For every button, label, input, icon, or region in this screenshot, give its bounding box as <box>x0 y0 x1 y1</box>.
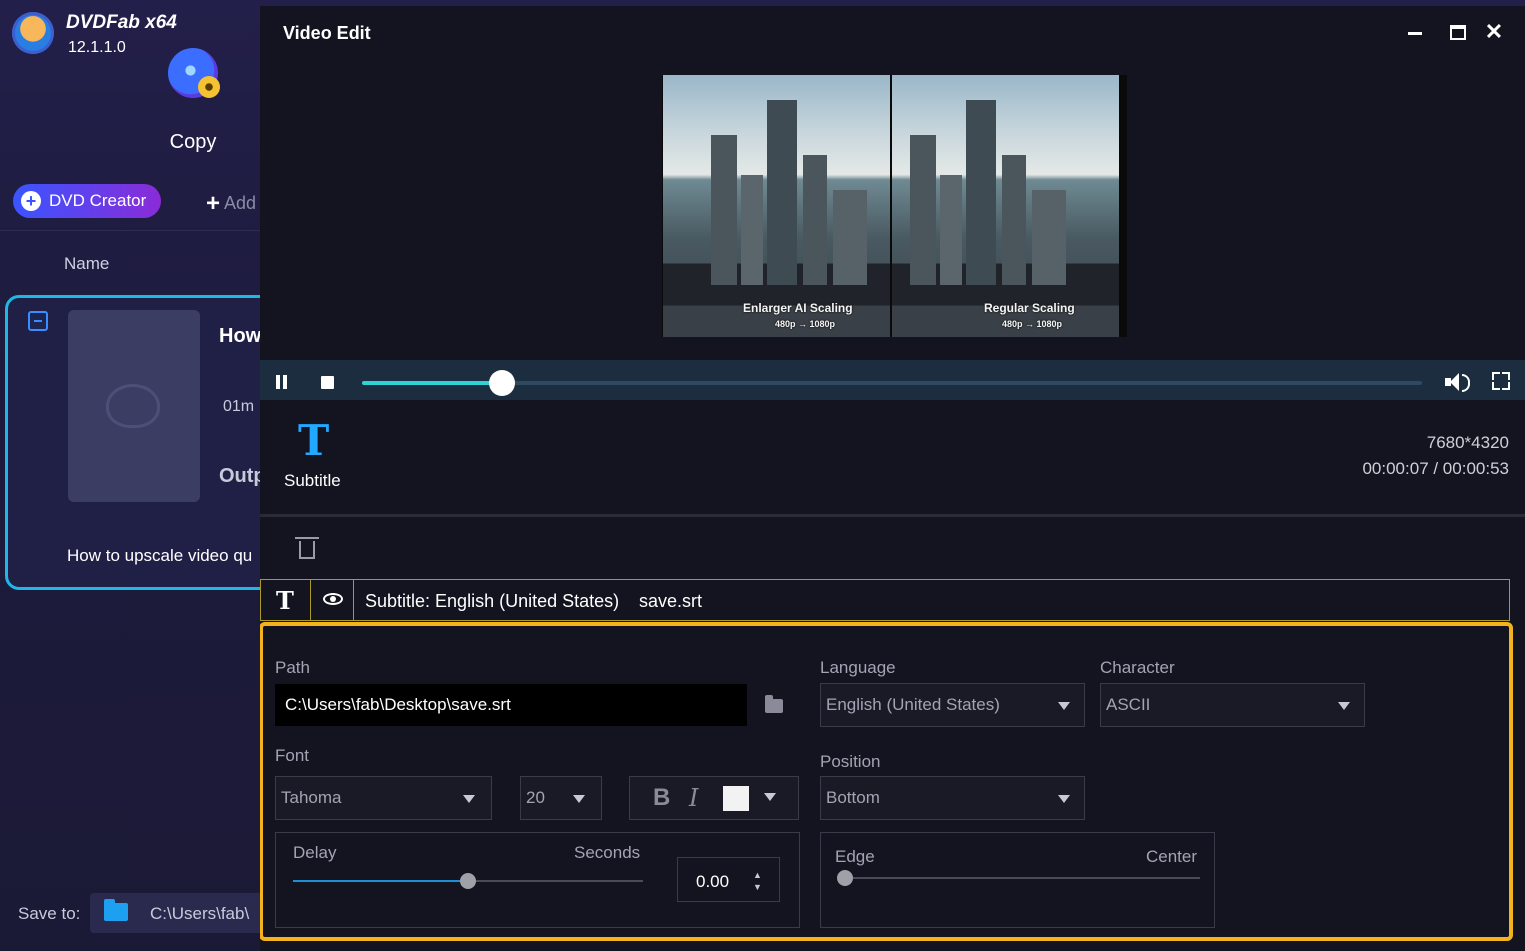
track-separator <box>353 579 354 621</box>
video-edit-dialog: Video Edit ✕ Enlarger AI Scaling 480p → … <box>260 6 1525 951</box>
collapse-toggle[interactable] <box>28 311 48 331</box>
name-column-header: Name <box>64 254 110 273</box>
edge-label: Edge <box>835 847 875 866</box>
app-name: DVDFab x64 <box>66 12 177 33</box>
save-to-label: Save to: <box>18 904 81 923</box>
delay-slider-fill <box>293 880 468 882</box>
preview-left-half: Enlarger AI Scaling 480p → 1080p <box>663 75 890 337</box>
delay-slider-handle[interactable] <box>460 873 476 889</box>
chevron-down-icon <box>573 795 585 803</box>
section-divider <box>260 514 1525 517</box>
track-label: Subtitle: English (United States) <box>365 591 620 611</box>
plus-circle-icon: + <box>21 191 41 211</box>
progress-track[interactable] <box>362 381 1422 385</box>
track-file: save.srt <box>639 591 703 611</box>
preview-left-label: Enlarger AI Scaling <box>743 301 853 315</box>
font-label: Font <box>275 746 310 765</box>
chevron-down-icon <box>463 795 475 803</box>
browse-folder-icon[interactable] <box>765 695 783 713</box>
maximize-icon[interactable] <box>1446 20 1470 44</box>
placeholder-logo-icon <box>106 384 160 428</box>
chevron-down-icon <box>1338 702 1350 710</box>
character-select[interactable]: ASCII <box>1100 683 1365 727</box>
chevron-down-icon <box>1058 795 1070 803</box>
copy-module-label[interactable]: Copy <box>150 131 236 154</box>
character-value: ASCII <box>1106 695 1151 714</box>
language-value: English (United States) <box>826 695 1000 714</box>
spin-up-icon[interactable]: ▲ <box>753 870 762 880</box>
bold-button[interactable]: B <box>653 784 670 812</box>
minimize-icon[interactable] <box>1403 20 1427 44</box>
position-select[interactable]: Bottom <box>820 776 1085 820</box>
preview-right-label: Regular Scaling <box>984 301 1075 315</box>
task-output-label: Outp <box>219 465 266 487</box>
chevron-down-icon <box>1058 702 1070 710</box>
save-to-path: C:\Users\fab\ <box>150 904 250 923</box>
subtitle-tool-label[interactable]: Subtitle <box>284 471 341 491</box>
preview-right-half: Regular Scaling 480p → 1080p <box>892 75 1119 337</box>
folder-icon[interactable] <box>104 899 128 921</box>
edge-slider-handle[interactable] <box>837 870 853 886</box>
subtitle-tool-icon[interactable]: T <box>298 416 329 465</box>
font-value: Tahoma <box>281 788 342 807</box>
copy-module-icon[interactable] <box>168 48 220 98</box>
close-icon[interactable]: ✕ <box>1482 20 1506 44</box>
player-controls <box>260 360 1525 400</box>
task-duration: 01m <box>223 398 255 415</box>
color-dropdown-icon[interactable] <box>764 793 776 801</box>
plus-icon: + <box>206 190 221 217</box>
dvd-creator-button[interactable]: + DVD Creator <box>13 184 161 218</box>
task-filename: How to upscale video qu <box>67 546 253 565</box>
font-select[interactable]: Tahoma <box>275 776 492 820</box>
preview-left-sublabel: 480p → 1080p <box>775 319 836 329</box>
fullscreen-icon[interactable] <box>1492 372 1510 390</box>
dvd-creator-label: DVD Creator <box>49 191 147 210</box>
eye-icon[interactable] <box>323 593 343 605</box>
position-value: Bottom <box>826 788 880 807</box>
add-source-button[interactable]: + Add <box>206 190 256 218</box>
text-color-swatch[interactable] <box>723 786 749 811</box>
pause-icon[interactable] <box>274 375 290 391</box>
delay-label: Delay <box>293 843 337 862</box>
video-resolution: 7680*4320 <box>1426 433 1509 452</box>
trash-icon[interactable] <box>295 537 319 559</box>
progress-fill <box>362 381 502 385</box>
edge-slider-track[interactable] <box>845 877 1200 879</box>
add-source-label: Add <box>224 193 257 213</box>
spin-down-icon[interactable]: ▼ <box>753 882 762 892</box>
language-label: Language <box>820 658 896 677</box>
delay-value: 0.00 <box>696 872 730 891</box>
dialog-title: Video Edit <box>283 23 371 43</box>
font-size-value: 20 <box>526 788 545 807</box>
dvdfab-logo <box>12 12 54 54</box>
playback-time: 00:00:07 / 00:00:53 <box>1362 459 1509 478</box>
text-track-icon: T <box>276 586 294 615</box>
center-label: Center <box>1146 847 1198 866</box>
font-size-select[interactable]: 20 <box>520 776 602 820</box>
progress-handle[interactable] <box>488 370 515 396</box>
position-label: Position <box>820 752 881 771</box>
stop-icon[interactable] <box>321 376 334 389</box>
app-version: 12.1.1.0 <box>68 39 126 56</box>
path-input[interactable] <box>275 684 747 726</box>
task-title: How <box>219 325 262 347</box>
seconds-label: Seconds <box>574 843 641 862</box>
character-label: Character <box>1100 658 1175 677</box>
video-preview: Enlarger AI Scaling 480p → 1080p Regular… <box>662 75 1127 337</box>
toolbar-divider <box>0 230 262 231</box>
italic-button[interactable]: I <box>689 784 698 812</box>
language-select[interactable]: English (United States) <box>820 683 1085 727</box>
path-label: Path <box>275 658 310 677</box>
track-separator <box>310 579 311 621</box>
preview-right-sublabel: 480p → 1080p <box>1002 319 1063 329</box>
